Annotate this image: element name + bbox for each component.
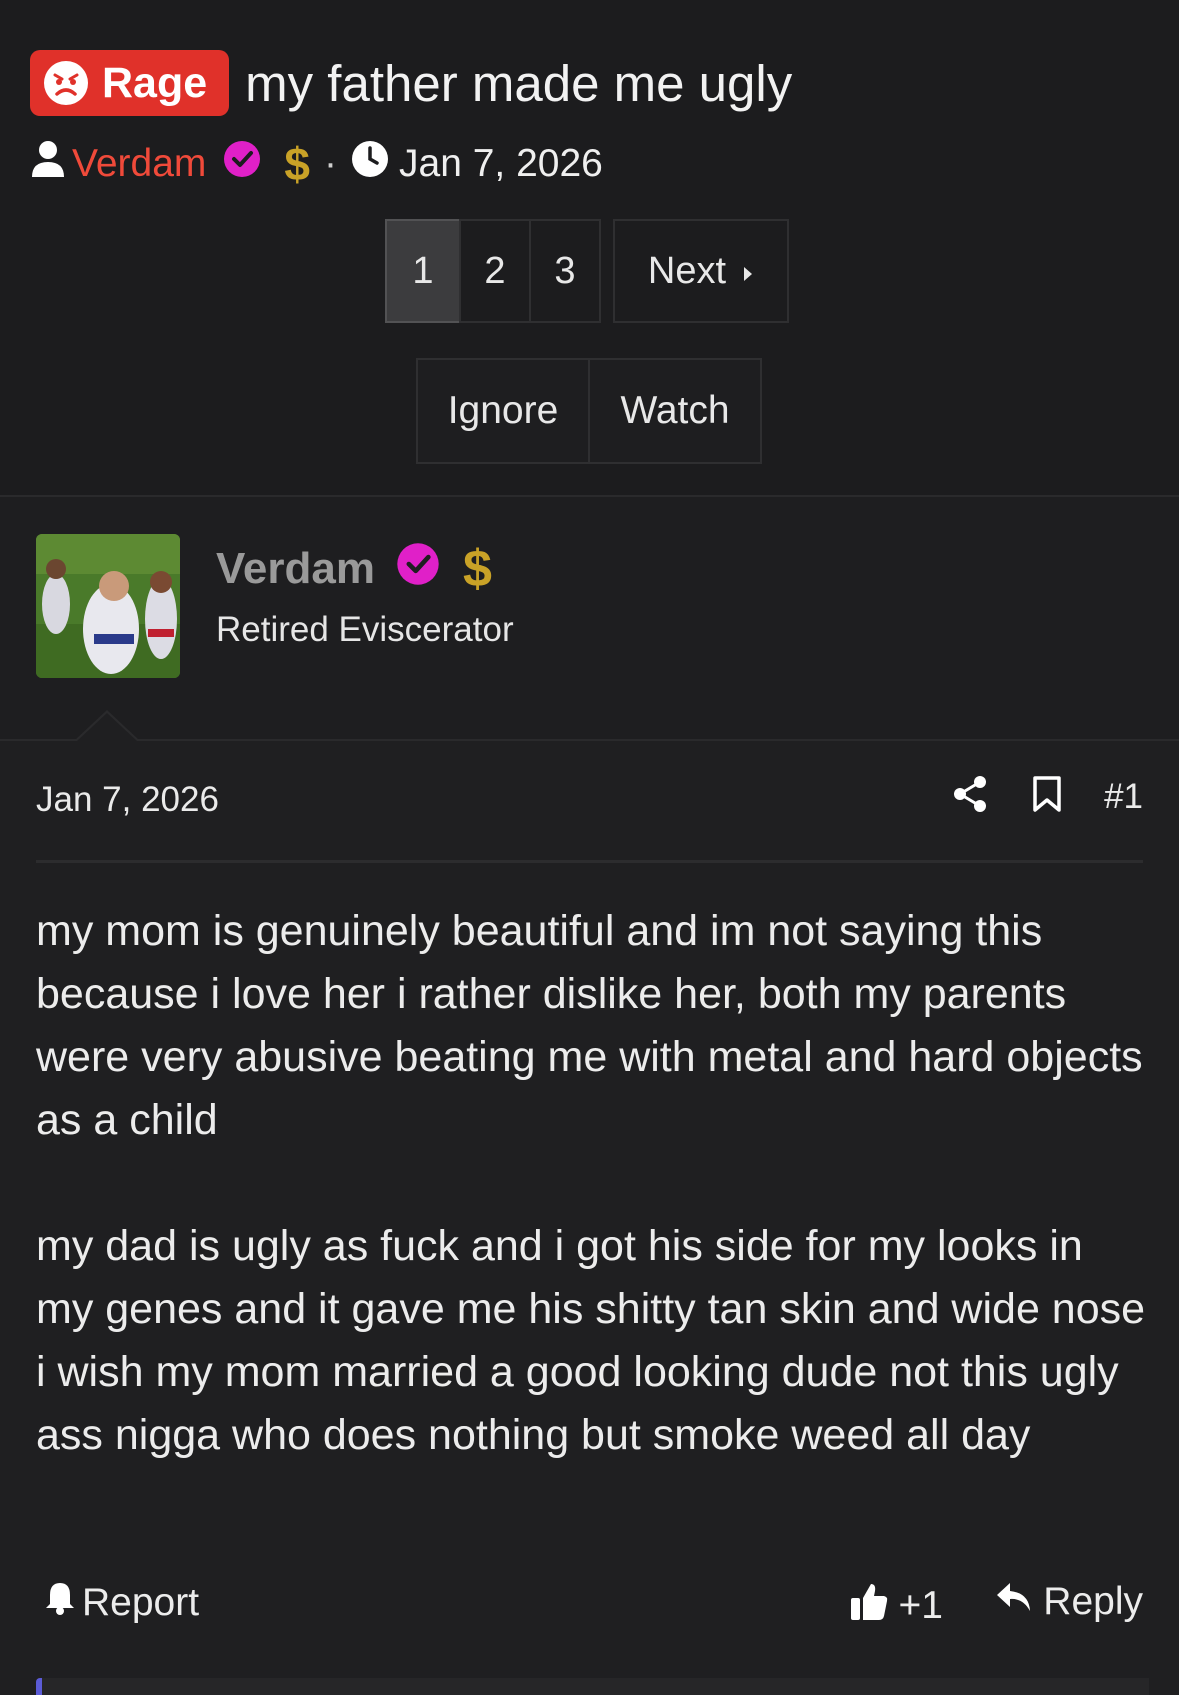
page-1[interactable]: 1 — [385, 219, 461, 323]
reaction-count: +1 — [898, 1584, 943, 1627]
post-body: my mom is genuinely beautiful and im not… — [36, 900, 1146, 1530]
thumbs-up-icon — [849, 1580, 889, 1632]
user-divider — [0, 739, 1179, 741]
post-username[interactable]: Verdam $ — [216, 539, 492, 599]
clock-icon — [351, 140, 389, 188]
report-button[interactable]: Report — [44, 1580, 199, 1626]
page-3[interactable]: 3 — [529, 219, 601, 323]
page-2[interactable]: 2 — [459, 219, 531, 323]
thread-meta: Verdam $ · Jan 7, 2026 — [30, 136, 603, 192]
post-divider — [36, 860, 1143, 863]
post-date[interactable]: Jan 7, 2026 — [36, 780, 219, 820]
user-block-pointer — [75, 710, 139, 741]
avatar[interactable] — [36, 534, 180, 678]
prefix-label: Rage — [102, 58, 208, 107]
bell-icon — [44, 1580, 76, 1626]
like-button[interactable]: +1 — [849, 1580, 943, 1632]
caret-right-icon — [742, 250, 754, 293]
verified-badge-icon — [395, 541, 441, 598]
dollar-icon: $ — [462, 540, 492, 598]
user-title: Retired Eviscerator — [216, 610, 514, 649]
post-number[interactable]: #1 — [1104, 777, 1143, 817]
post-paragraph: my dad is ugly as fuck and i got his sid… — [36, 1222, 1146, 1459]
ignore-button[interactable]: Ignore — [416, 358, 590, 464]
thread-title: my father made me ugly — [245, 54, 793, 112]
post-footer: Report +1 Reply — [36, 1580, 1143, 1630]
thread-date[interactable]: Jan 7, 2026 — [399, 142, 603, 186]
verified-badge-icon — [222, 139, 262, 189]
angry-face-icon — [44, 61, 88, 105]
next-post-edge — [36, 1678, 1149, 1695]
author-link[interactable]: Verdam — [72, 142, 206, 186]
thread-header: Rage my father made me ugly Verdam $ · J… — [0, 0, 1179, 495]
post-user-block: Verdam $ Retired Eviscerator — [0, 497, 1179, 739]
post-username-label: Verdam — [216, 544, 375, 593]
dollar-icon: $ — [284, 138, 310, 190]
next-label: Next — [647, 249, 727, 292]
user-icon — [30, 139, 66, 189]
thread-actions: Ignore Watch — [416, 358, 762, 464]
meta-separator: · — [324, 142, 337, 185]
watch-button[interactable]: Watch — [588, 358, 762, 464]
share-icon[interactable] — [952, 775, 988, 818]
bookmark-icon[interactable] — [1032, 775, 1062, 818]
report-label: Report — [82, 1581, 200, 1624]
next-page-button[interactable]: Next — [613, 219, 789, 323]
title-row: Rage my father made me ugly — [30, 50, 792, 116]
reply-label: Reply — [1043, 1580, 1143, 1623]
pagination: 1 2 3 Next — [385, 219, 789, 323]
reply-arrow-icon — [995, 1580, 1033, 1624]
reply-button[interactable]: Reply — [995, 1580, 1143, 1624]
post-paragraph: my mom is genuinely beautiful and im not… — [36, 907, 1143, 1144]
post-tools: #1 — [952, 775, 1143, 818]
rage-prefix-badge[interactable]: Rage — [30, 50, 230, 116]
